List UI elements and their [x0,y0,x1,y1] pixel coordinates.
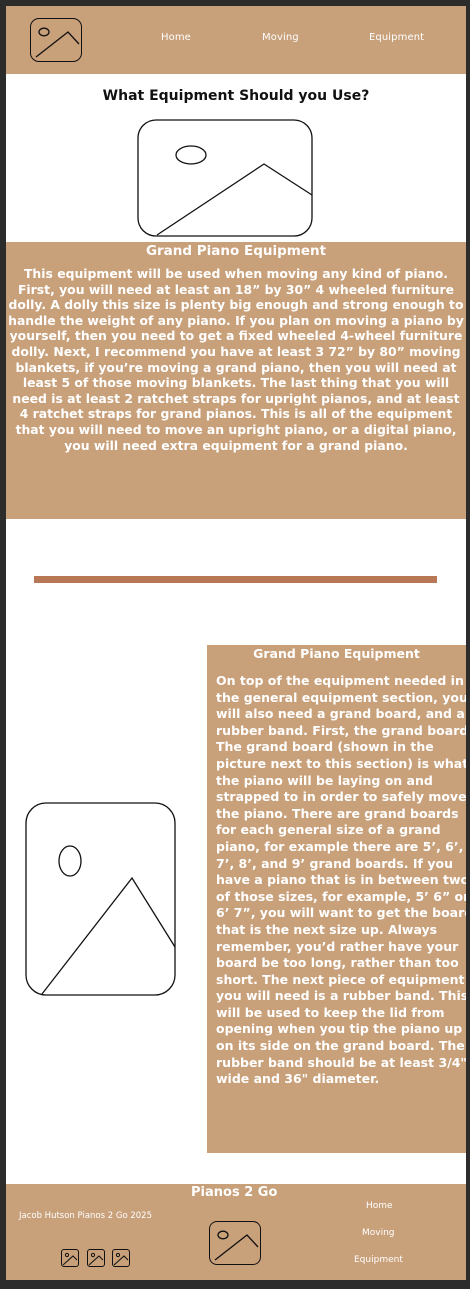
social-image-icon[interactable] [61,1249,79,1267]
general-equipment-section: Grand Piano Equipment This equipment wil… [6,242,466,519]
nav-home-link[interactable]: Home [161,32,191,43]
footer-equipment-link[interactable]: Equipment [354,1255,403,1265]
page-frame: Home Moving Equipment What Equipment Sho… [6,6,466,1280]
footer-brand: Pianos 2 Go [191,1185,278,1200]
section-body: On top of the equipment needed in the ge… [216,673,466,1087]
section-title: Grand Piano Equipment [145,243,327,259]
hero-image-icon [137,119,313,237]
section-body: This equipment will be used when moving … [8,266,464,453]
grand-piano-equipment-section: Grand Piano Equipment On top of the equi… [207,645,466,1153]
section-divider [34,576,437,583]
page-title: What Equipment Should you Use? [102,88,370,104]
site-footer: Pianos 2 Go Jacob Hutson Pianos 2 Go 202… [6,1184,466,1280]
site-header: Home Moving Equipment [6,6,466,74]
footer-moving-link[interactable]: Moving [362,1228,395,1238]
grand-board-image-icon [25,802,176,996]
nav-moving-link[interactable]: Moving [262,32,299,43]
section-title: Grand Piano Equipment [253,646,420,661]
footer-home-link[interactable]: Home [366,1201,393,1211]
footer-copyright: Jacob Hutson Pianos 2 Go 2025 [19,1211,152,1221]
social-image-icon[interactable] [87,1249,105,1267]
social-image-icon[interactable] [112,1249,130,1267]
footer-logo-icon[interactable] [209,1221,261,1265]
nav-equipment-link[interactable]: Equipment [369,32,424,43]
logo-image-icon[interactable] [30,18,82,62]
